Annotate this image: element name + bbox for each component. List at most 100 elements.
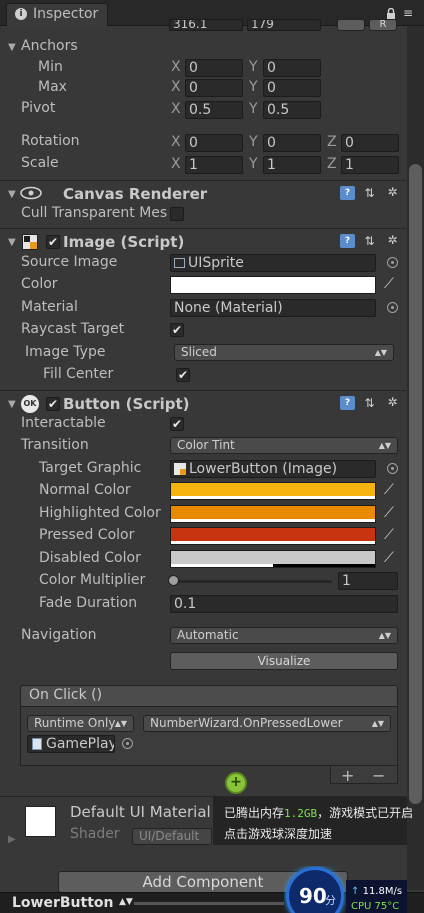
button-fold-icon[interactable]: ▼ [8, 399, 16, 410]
fill-center-checkbox[interactable]: ✔ [176, 368, 190, 382]
inspector-tab-label: Inspector [33, 6, 99, 22]
add-event-button[interactable]: + [341, 766, 354, 785]
eyedropper-icon[interactable]: ⟋ [384, 276, 394, 292]
object-picker-icon[interactable] [387, 257, 398, 268]
visualize-button[interactable]: Visualize [170, 652, 398, 670]
game-ball-widget[interactable]: 90 分 [284, 866, 346, 913]
color-multiplier-slider-track[interactable] [172, 580, 332, 583]
scale-y-field[interactable]: 1 [263, 156, 321, 174]
axis-z-label: Z [327, 156, 337, 172]
interactable-checkbox[interactable]: ✔ [170, 417, 184, 431]
scale-label: Scale [21, 155, 59, 171]
material-field[interactable]: None (Material) [170, 299, 376, 317]
target-graphic-field[interactable]: LowerButton (Image) [170, 460, 376, 478]
cpu-temp: CPU 75°C [351, 901, 400, 912]
inspector-tab[interactable]: i Inspector [6, 3, 108, 26]
image-title: Image (Script) [63, 233, 185, 251]
alpha-bar-empty [273, 564, 375, 567]
pivot-y-field[interactable]: 0.5 [263, 101, 321, 119]
raw-edit-button[interactable]: R [369, 19, 397, 31]
help-book-icon[interactable]: ? [340, 234, 355, 248]
runtime-dropdown[interactable]: Runtime Only ▲▼ [27, 715, 134, 732]
eyedropper-icon[interactable]: ⟋ [384, 482, 394, 498]
blueprint-button[interactable] [337, 19, 365, 31]
fade-duration-label: Fade Duration [39, 595, 138, 611]
anchor-max-y-field[interactable]: 0 [263, 79, 321, 97]
gear-icon[interactable]: ✲ [385, 233, 400, 247]
axis-y-label: Y [249, 59, 258, 75]
color-swatch[interactable] [170, 276, 376, 294]
eyedropper-icon[interactable]: ⟋ [384, 550, 394, 566]
help-book-icon[interactable]: ? [340, 396, 355, 410]
axis-z-label: Z [327, 134, 337, 150]
disabled-color-swatch[interactable] [170, 550, 376, 568]
eye-icon [20, 186, 42, 204]
image-type-dropdown[interactable]: Sliced ▲▼ [174, 344, 394, 361]
event-object-field[interactable]: GamePlay [27, 735, 115, 753]
scale-z-field[interactable]: 1 [341, 156, 399, 174]
navigation-dropdown[interactable]: Automatic ▲▼ [170, 627, 398, 644]
preview-drag-handle[interactable] [134, 902, 284, 905]
source-image-value: UISprite [188, 255, 244, 271]
remove-event-button[interactable]: − [372, 766, 385, 785]
floating-plus-icon[interactable]: + [225, 772, 247, 794]
toast-text-a: 已腾出内存 [224, 806, 285, 820]
pos-width-field[interactable]: 316.1 [169, 19, 243, 31]
image-enabled-checkbox[interactable]: ✔ [46, 235, 60, 249]
button-enabled-checkbox[interactable]: ✔ [46, 397, 60, 411]
system-stats-panel: ↑ 11.8M/s CPU 75°C [346, 880, 407, 913]
toast-memory: 1.2GB [284, 807, 318, 820]
rotation-y-field[interactable]: 0 [263, 134, 321, 152]
color-multiplier-slider-handle[interactable] [168, 575, 179, 586]
function-dropdown[interactable]: NumberWizard.OnPressedLower ▲▼ [143, 715, 391, 732]
gear-icon[interactable]: ✲ [385, 185, 400, 199]
highlighted-color-swatch[interactable] [170, 505, 376, 523]
object-picker-icon[interactable] [387, 463, 398, 474]
help-book-icon[interactable]: ? [340, 186, 355, 200]
anchor-max-x-field[interactable]: 0 [185, 79, 243, 97]
pivot-x-field[interactable]: 0.5 [185, 101, 243, 119]
fade-duration-field[interactable]: 0.1 [170, 595, 398, 613]
on-click-header: On Click () [20, 685, 398, 707]
scale-x-field[interactable]: 1 [185, 156, 243, 174]
button-title: Button (Script) [63, 395, 190, 413]
material-fold-icon[interactable]: ▶ [8, 834, 16, 845]
image-fold-icon[interactable]: ▼ [8, 237, 16, 248]
eyedropper-icon[interactable]: ⟋ [384, 527, 394, 543]
target-graphic-value: LowerButton (Image) [189, 461, 338, 477]
scrollbar-thumb[interactable] [409, 164, 422, 804]
anchors-fold-icon[interactable]: ▼ [8, 42, 16, 53]
rotation-z-field[interactable]: 0 [341, 134, 399, 152]
preview-object-name[interactable]: LowerButton [12, 895, 113, 911]
tab-menu-icon[interactable]: ≡ [403, 6, 413, 20]
preset-icon[interactable]: ⇅ [362, 234, 377, 248]
anchor-min-y-field[interactable]: 0 [263, 59, 321, 77]
object-picker-icon[interactable] [387, 302, 398, 313]
toast-line-2: 点击游戏球深度加速 [224, 827, 333, 841]
object-picker-icon[interactable] [122, 738, 133, 749]
pressed-color-swatch[interactable] [170, 527, 376, 545]
preset-icon[interactable]: ⇅ [362, 396, 377, 410]
transition-dropdown[interactable]: Color Tint ▲▼ [170, 437, 398, 454]
eyedropper-icon[interactable]: ⟋ [384, 505, 394, 521]
script-file-icon [32, 738, 42, 750]
lock-icon[interactable] [386, 7, 396, 19]
color-multiplier-field[interactable]: 1 [338, 572, 398, 590]
raycast-target-checkbox[interactable]: ✔ [170, 323, 184, 337]
inspector-scrollbar[interactable] [407, 26, 424, 890]
rotation-x-field[interactable]: 0 [185, 134, 243, 152]
canvas-renderer-fold-icon[interactable]: ▼ [8, 189, 16, 200]
event-object-value: GamePlay [46, 736, 115, 752]
image-type-label: Image Type [25, 344, 106, 360]
pos-height-field[interactable]: 179 [247, 19, 321, 31]
gear-icon[interactable]: ✲ [385, 395, 400, 409]
source-image-label: Source Image [21, 254, 118, 270]
cull-transparent-checkbox[interactable] [170, 207, 184, 221]
preset-icon[interactable]: ⇅ [362, 186, 377, 200]
source-image-field[interactable]: UISprite [170, 254, 376, 272]
normal-color-swatch[interactable] [170, 482, 376, 500]
anchors-label: Anchors [21, 38, 78, 54]
preview-dropdown-arrow-icon[interactable]: ▲▼ [119, 897, 133, 907]
anchor-min-x-field[interactable]: 0 [185, 59, 243, 77]
shader-dropdown[interactable]: UI/Default [132, 828, 212, 845]
